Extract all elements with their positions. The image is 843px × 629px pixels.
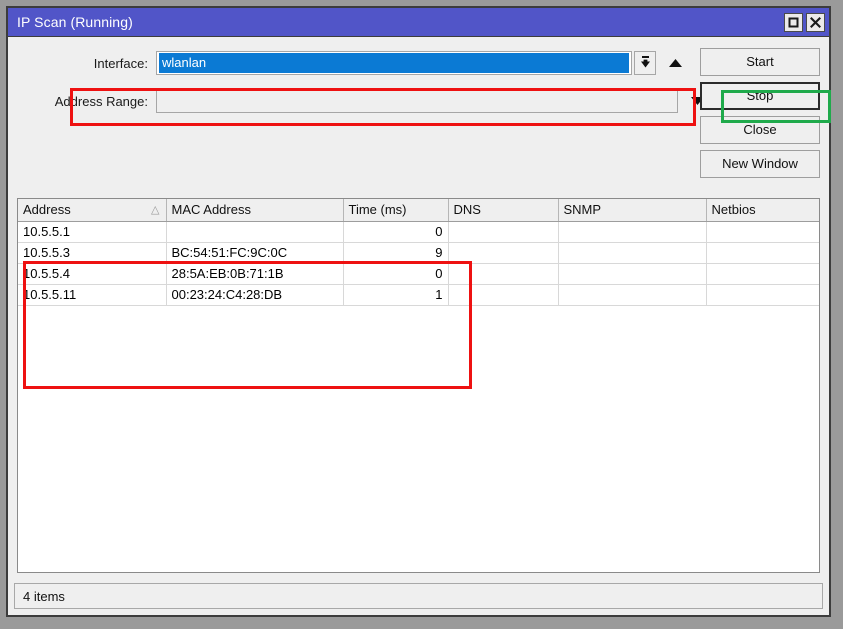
- cell-dns: [448, 221, 559, 243]
- address-range-input[interactable]: [156, 89, 678, 113]
- stop-button[interactable]: Stop: [700, 82, 820, 110]
- scan-form: Interface: wlanlan Address Range: Start …: [8, 37, 829, 197]
- cell-spacer: [819, 242, 820, 263]
- column-header-address[interactable]: Address △: [18, 199, 167, 222]
- triangle-up-icon: [668, 56, 683, 71]
- cell-mac: BC:54:51:FC:9C:0C: [166, 242, 344, 264]
- interface-value: wlanlan: [159, 53, 629, 73]
- status-bar: 4 items: [14, 583, 823, 609]
- cell-snmp: [558, 263, 707, 285]
- address-range-label: Address Range:: [54, 93, 148, 109]
- cell-dns: [448, 242, 559, 264]
- interface-row: Interface: wlanlan: [8, 50, 708, 76]
- cell-address: 10.5.5.3: [18, 242, 167, 264]
- interface-input[interactable]: wlanlan: [156, 51, 632, 75]
- column-header-time[interactable]: Time (ms): [343, 199, 449, 222]
- cell-time: 9: [343, 242, 449, 264]
- cell-spacer: [819, 221, 820, 242]
- sort-asc-icon: △: [151, 204, 160, 216]
- close-button-titlebar[interactable]: [806, 12, 825, 32]
- title-bar[interactable]: IP Scan (Running): [8, 8, 829, 37]
- interface-dropdown-button[interactable]: [634, 51, 656, 75]
- window-controls: [784, 12, 825, 32]
- cell-netbios: [706, 242, 819, 264]
- cell-snmp: [558, 284, 707, 306]
- column-header-snmp[interactable]: SNMP: [558, 199, 707, 222]
- cell-address: 10.5.5.1: [18, 221, 167, 243]
- interface-spinner-up[interactable]: [665, 56, 685, 71]
- cell-snmp: [558, 242, 707, 264]
- cell-snmp: [558, 221, 707, 243]
- column-header-mac-address[interactable]: MAC Address: [166, 199, 344, 222]
- cell-spacer: [819, 263, 820, 284]
- window-title: IP Scan (Running): [17, 14, 133, 30]
- table-row[interactable]: 10.5.5.1 0: [18, 221, 820, 243]
- cell-time: 1: [343, 284, 449, 306]
- table-header-row: Address △ MAC Address Time (ms) DNS SNMP…: [18, 199, 820, 222]
- item-count-label: 4 items: [23, 588, 65, 604]
- interface-label: Interface:: [93, 55, 148, 71]
- column-menu-button[interactable]: [819, 199, 820, 221]
- down-arrow-to-bar-icon: [639, 55, 652, 72]
- scan-results-table[interactable]: Address △ MAC Address Time (ms) DNS SNMP…: [17, 198, 820, 573]
- cell-netbios: [706, 263, 819, 285]
- cell-address: 10.5.5.4: [18, 263, 167, 285]
- column-header-netbios[interactable]: Netbios: [706, 199, 819, 222]
- ip-scan-window: IP Scan (Running) Interface: wlanlan Add…: [6, 6, 831, 617]
- table-row[interactable]: 10.5.5.11 00:23:24:C4:28:DB 1: [18, 284, 820, 306]
- cell-netbios: [706, 284, 819, 306]
- cell-address: 10.5.5.11: [18, 284, 167, 306]
- table-row[interactable]: 10.5.5.3 BC:54:51:FC:9C:0C 9: [18, 242, 820, 264]
- close-button[interactable]: Close: [700, 116, 820, 144]
- cell-netbios: [706, 221, 819, 243]
- window-client-area: Interface: wlanlan Address Range: Start …: [8, 37, 831, 615]
- cell-time: 0: [343, 221, 449, 243]
- address-range-row: Address Range:: [8, 88, 708, 114]
- column-header-dns[interactable]: DNS: [448, 199, 559, 222]
- restore-icon: [788, 17, 799, 28]
- column-label: Address: [23, 202, 71, 218]
- table-body: 10.5.5.1 0 10.5.5.3 BC:54:51:FC:9C:0C 9: [18, 221, 820, 306]
- maximize-button[interactable]: [784, 12, 803, 32]
- cell-spacer: [819, 284, 820, 305]
- cell-mac: [166, 221, 344, 243]
- cell-dns: [448, 263, 559, 285]
- table-row[interactable]: 10.5.5.4 28:5A:EB:0B:71:1B 0: [18, 263, 820, 285]
- close-icon: [810, 16, 821, 28]
- new-window-button[interactable]: New Window: [700, 150, 820, 178]
- cell-mac: 00:23:24:C4:28:DB: [166, 284, 344, 306]
- cell-time: 0: [343, 263, 449, 285]
- start-button[interactable]: Start: [700, 48, 820, 76]
- action-buttons: Start Stop Close New Window: [700, 48, 820, 178]
- cell-mac: 28:5A:EB:0B:71:1B: [166, 263, 344, 285]
- cell-dns: [448, 284, 559, 306]
